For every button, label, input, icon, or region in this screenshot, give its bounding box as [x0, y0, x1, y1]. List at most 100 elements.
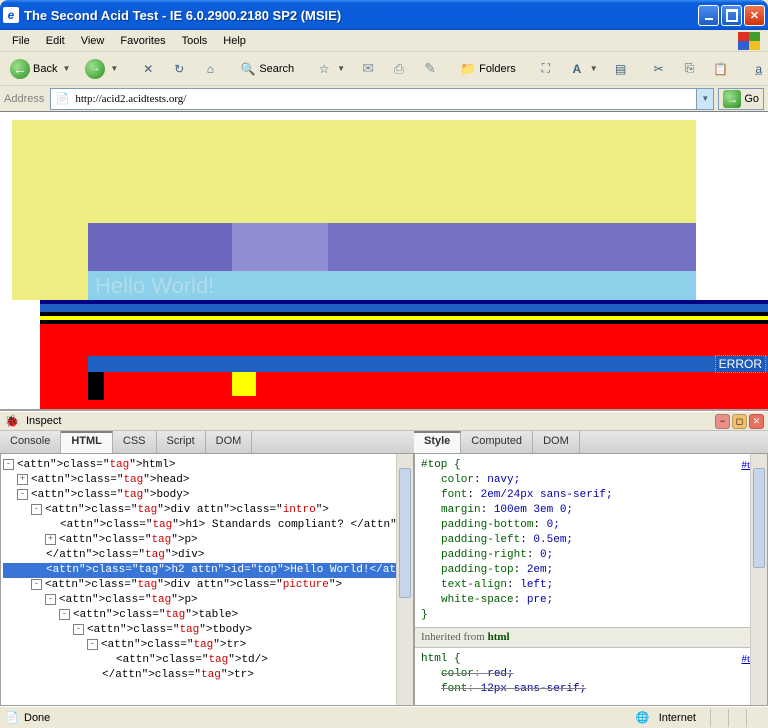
hello-world-text: Hello World! [95, 273, 214, 299]
address-input-wrap: ▼ [50, 88, 714, 110]
twisty-icon[interactable]: + [17, 474, 28, 485]
acid2-stripe [40, 304, 768, 312]
firebug-html-pane[interactable]: -<attn">class="tag">html>+<attn">class="… [0, 453, 414, 706]
tree-row[interactable]: </attn">class="tag">div> [3, 548, 411, 563]
menu-file[interactable]: File [4, 32, 38, 50]
acid2-purple-block3 [232, 223, 328, 271]
chevron-down-icon: ▼ [337, 64, 345, 73]
cut-button[interactable]: ✂ [645, 57, 673, 81]
zone-text: Internet [659, 712, 696, 724]
cut-icon: ✂ [651, 61, 667, 77]
twisty-icon[interactable]: - [3, 459, 14, 470]
menu-view[interactable]: View [73, 32, 113, 50]
tool-button[interactable]: ▤ [607, 57, 635, 81]
acid2-blue-bar [88, 356, 768, 372]
tool-button[interactable]: a̲▼ [745, 57, 768, 81]
back-button[interactable]: Back▼ [4, 57, 76, 81]
twisty-icon[interactable]: - [87, 639, 98, 650]
go-button[interactable]: Go [718, 88, 764, 110]
chevron-down-icon: ▼ [590, 64, 598, 73]
inspect-button[interactable]: Inspect [26, 415, 61, 427]
firebug-style-pane[interactable]: #top#top {color: navy;font: 2em/24px san… [414, 453, 768, 706]
tree-row[interactable]: -<attn">class="tag">table> [3, 608, 411, 623]
firebug-tab-html[interactable]: HTML [61, 431, 113, 453]
mail-button[interactable] [354, 57, 382, 81]
firebug-tab-script[interactable]: Script [157, 431, 206, 453]
tool-button[interactable]: ⛶ [532, 57, 560, 81]
tree-row[interactable]: <attn">class="tag">h2 attn">id="top">Hel… [3, 563, 411, 578]
firebug-tab-console[interactable]: Console [0, 431, 61, 453]
twisty-icon[interactable]: - [31, 579, 42, 590]
tree-row[interactable]: +<attn">class="tag">head> [3, 473, 411, 488]
folder-icon [460, 61, 476, 77]
firebug-tab-computed[interactable]: Computed [461, 431, 533, 453]
home-button[interactable] [196, 57, 224, 81]
firebug-tab-dom[interactable]: DOM [533, 431, 580, 453]
address-bar: Address ▼ Go [0, 86, 768, 112]
tree-row[interactable]: </attn">class="tag">tr> [3, 668, 411, 683]
twisty-icon[interactable]: - [73, 624, 84, 635]
tree-row[interactable]: -<attn">class="tag">p> [3, 593, 411, 608]
tree-row[interactable]: <attn">class="tag">td/> [3, 653, 411, 668]
search-label: Search [259, 63, 294, 75]
minimize-button[interactable] [698, 5, 719, 26]
tree-row[interactable]: -<attn">class="tag">tbody> [3, 623, 411, 638]
windows-flag-icon [738, 32, 760, 50]
folders-button[interactable]: Folders [454, 57, 522, 81]
tree-row[interactable]: -<attn">class="tag">tr> [3, 638, 411, 653]
address-dropdown[interactable]: ▼ [696, 89, 713, 109]
menu-edit[interactable]: Edit [38, 32, 73, 50]
firebug-tabs-right: StyleComputedDOM [414, 431, 768, 453]
favorites-button[interactable]: ▼ [310, 57, 351, 81]
page-content: Hello World! ERROR [0, 112, 768, 411]
firebug-tab-css[interactable]: CSS [113, 431, 157, 453]
address-input[interactable] [73, 92, 696, 106]
paste-button[interactable]: 📋 [707, 57, 735, 81]
maximize-button[interactable] [721, 5, 742, 26]
firebug-minimize-button[interactable]: − [715, 414, 730, 429]
firebug-tab-dom[interactable]: DOM [206, 431, 253, 453]
tree-row[interactable]: -<attn">class="tag">body> [3, 488, 411, 503]
copy-button[interactable]: ⎘ [676, 57, 704, 81]
tree-row[interactable]: -<attn">class="tag">div attn">class="int… [3, 503, 411, 518]
go-label: Go [744, 93, 759, 105]
menu-help[interactable]: Help [215, 32, 254, 50]
copy-icon: ⎘ [682, 61, 698, 77]
paste-icon: 📋 [713, 61, 729, 77]
firebug-close-button[interactable]: ✕ [749, 414, 764, 429]
forward-button[interactable]: ▼ [79, 57, 124, 81]
address-label: Address [4, 93, 44, 105]
twisty-icon[interactable]: - [31, 504, 42, 515]
close-button[interactable] [744, 5, 765, 26]
print-icon [391, 61, 407, 77]
search-button[interactable]: Search [234, 57, 300, 81]
stop-button[interactable] [134, 57, 162, 81]
twisty-icon[interactable]: - [17, 489, 28, 500]
twisty-icon[interactable]: - [45, 594, 56, 605]
firebug-detach-button[interactable]: ◻ [732, 414, 747, 429]
tree-row[interactable]: +<attn">class="tag">p> [3, 533, 411, 548]
page-icon [54, 91, 70, 107]
refresh-button[interactable] [165, 57, 193, 81]
firebug-tab-style[interactable]: Style [414, 431, 461, 453]
mail-icon [360, 61, 376, 77]
scrollbar[interactable] [396, 454, 413, 705]
refresh-icon [171, 61, 187, 77]
firebug-icon[interactable] [4, 413, 20, 429]
twisty-icon[interactable]: - [59, 609, 70, 620]
scrollbar[interactable] [750, 454, 767, 705]
encoding-icon: ▤ [613, 61, 629, 77]
acid2-yellow-square [232, 372, 256, 396]
menu-favorites[interactable]: Favorites [112, 32, 173, 50]
tree-row[interactable]: <attn">class="tag">h1> Standards complia… [3, 518, 411, 533]
back-icon [10, 59, 30, 79]
print-button[interactable] [385, 57, 413, 81]
tool-button[interactable]: A▼ [563, 57, 604, 81]
menubar: File Edit View Favorites Tools Help [0, 30, 768, 52]
tree-row[interactable]: -<attn">class="tag">div attn">class="pic… [3, 578, 411, 593]
edit-button[interactable] [416, 57, 444, 81]
twisty-icon[interactable]: + [45, 534, 56, 545]
tree-row[interactable]: -<attn">class="tag">html> [3, 458, 411, 473]
menu-tools[interactable]: Tools [174, 32, 216, 50]
font-icon: A [569, 61, 585, 77]
